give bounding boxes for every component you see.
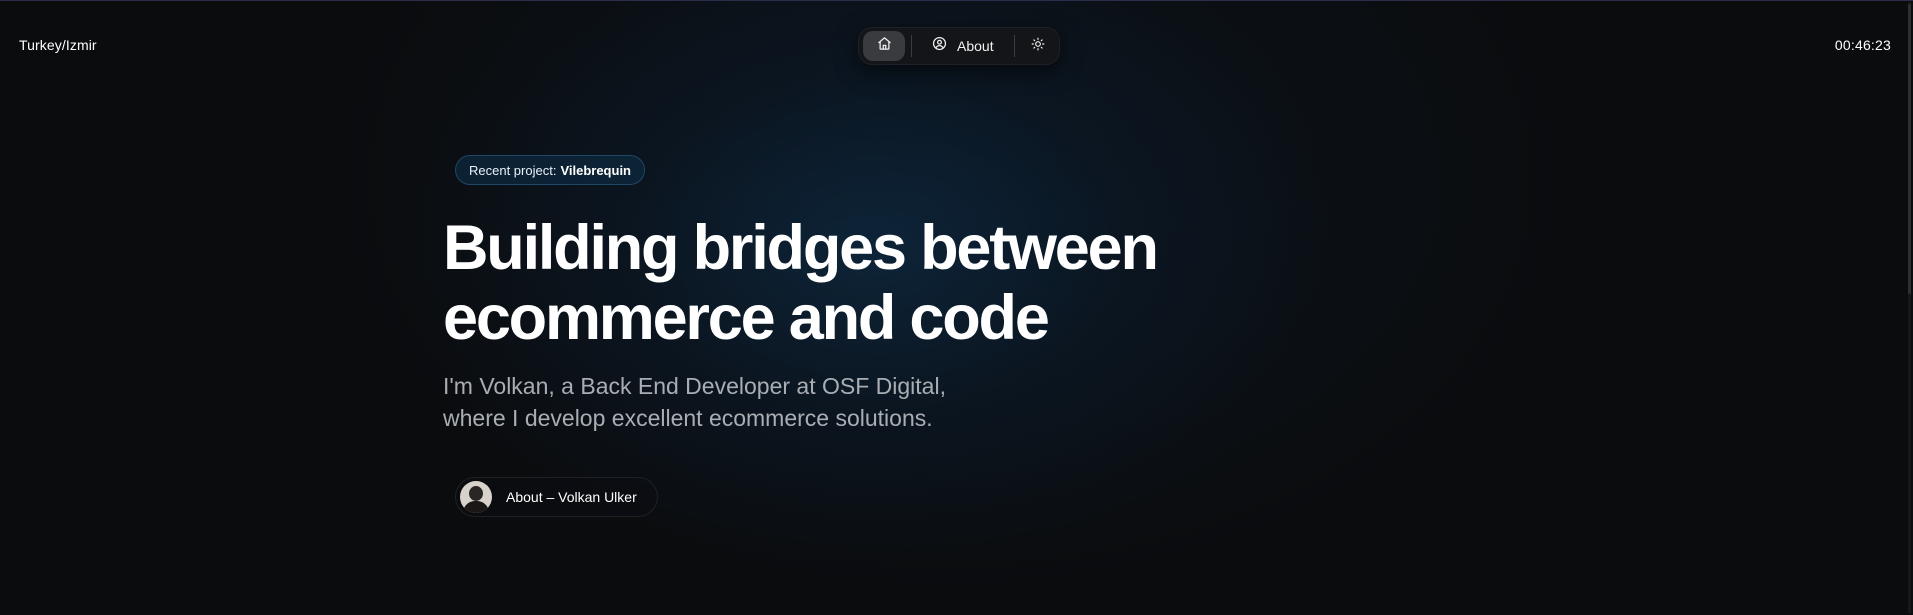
- nav-separator: [911, 35, 912, 57]
- top-nav: About: [858, 27, 1060, 65]
- hero-subtext: I'm Volkan, a Back End Developer at OSF …: [443, 370, 946, 434]
- recent-project-badge[interactable]: Recent project: Vilebrequin: [455, 155, 645, 185]
- home-icon: [877, 36, 892, 56]
- avatar: [460, 481, 492, 513]
- headline-line-2: ecommerce and code: [443, 283, 1050, 353]
- clock: 00:46:23: [1834, 37, 1891, 53]
- about-link-label: About – Volkan Ulker: [506, 489, 637, 505]
- badge-prefix: Recent project:: [469, 162, 557, 178]
- badge-project-name: Vilebrequin: [560, 162, 631, 178]
- nav-home-button[interactable]: [863, 31, 905, 61]
- user-circle-icon: [932, 36, 947, 56]
- nav-about-button[interactable]: About: [918, 31, 1008, 61]
- location-label: Turkey/Izmir: [19, 37, 97, 53]
- scrollbar-thumb[interactable]: [1908, 4, 1911, 294]
- subtext-line-1: I'm Volkan, a Back End Developer at OSF …: [443, 373, 946, 399]
- nav-about-label: About: [957, 38, 994, 54]
- headline-line-1: Building bridges between: [443, 213, 1159, 283]
- theme-toggle-button[interactable]: [1021, 31, 1055, 61]
- about-link-button[interactable]: About – Volkan Ulker: [455, 477, 658, 517]
- top-border: [0, 0, 1913, 1]
- nav-separator: [1013, 35, 1015, 57]
- sun-icon: [1031, 37, 1045, 56]
- subtext-line-2: where I develop excellent ecommerce solu…: [443, 405, 933, 431]
- hero-headline: Building bridges between ecommerce and c…: [443, 213, 1159, 353]
